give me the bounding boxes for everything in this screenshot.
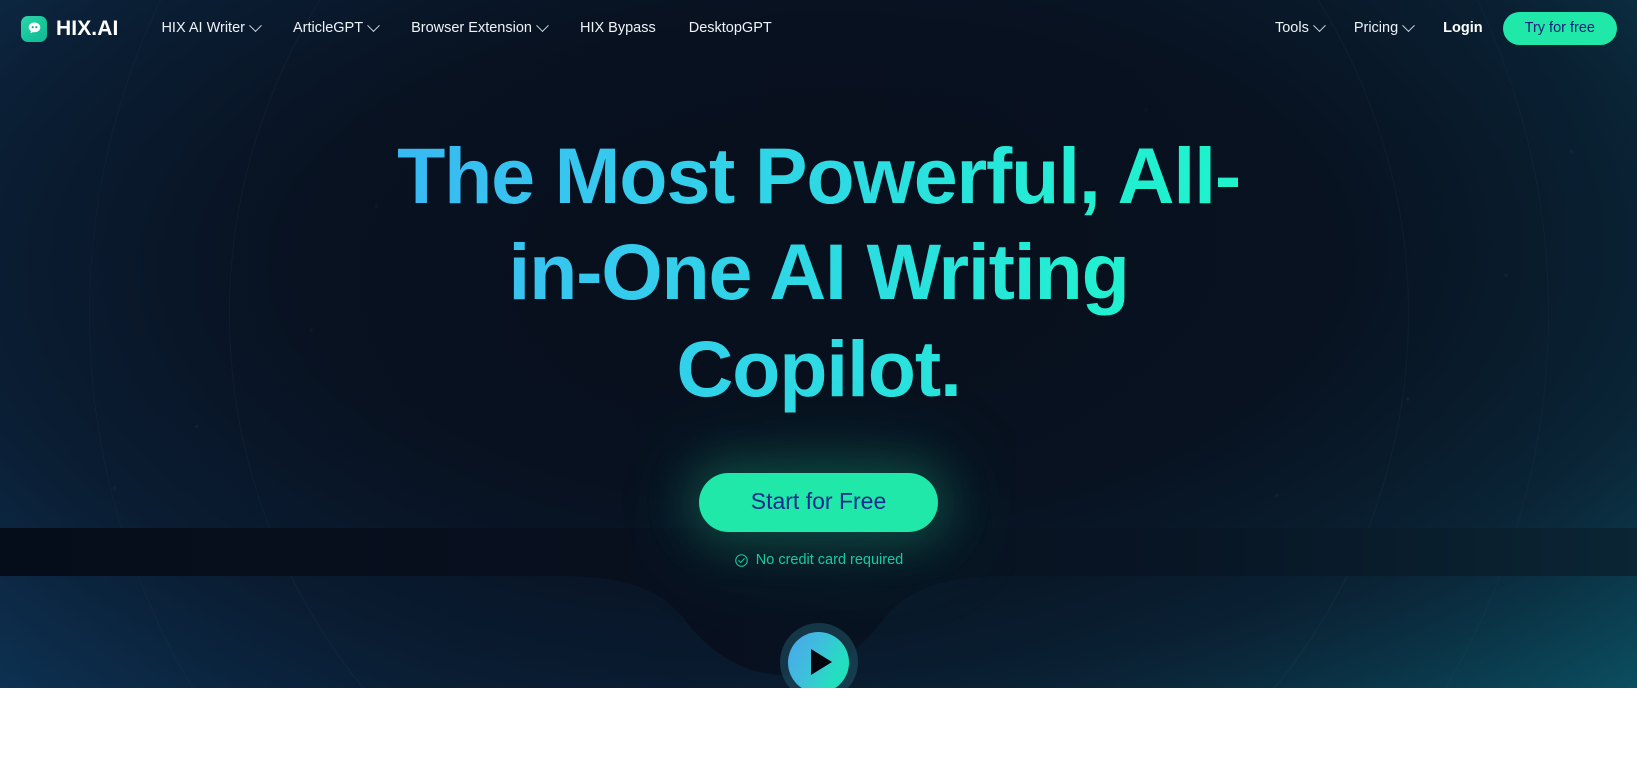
nav-item-hix-ai-writer[interactable]: HIX AI Writer (161, 19, 262, 37)
nav-item-label: ArticleGPT (292, 20, 364, 37)
no-credit-card-note: No credit card required (0, 553, 1637, 568)
nav-item-pricing[interactable]: Pricing (1353, 19, 1416, 37)
brand-logo[interactable]: HIX.AI (21, 15, 119, 42)
nav-item-label: Tools (1274, 20, 1309, 37)
nav-item-label: Pricing (1353, 20, 1399, 37)
nav-item-label: Browser Extension (411, 20, 532, 37)
chevron-down-icon (367, 19, 380, 33)
video-play-area (0, 623, 1637, 688)
play-button-disc (788, 631, 849, 688)
nav-item-desktopgpt[interactable]: DesktopGPT (689, 21, 772, 36)
no-credit-card-label: No credit card required (755, 552, 904, 569)
start-for-free-button[interactable]: Start for Free (698, 473, 939, 533)
brand-name: HIX.AI (56, 17, 119, 40)
hero-section: HIX.AI HIX AI Writer ArticleGPT Browser … (0, 0, 1637, 688)
nav-item-label: DesktopGPT (688, 20, 772, 37)
nav-item-browser-extension[interactable]: Browser Extension (411, 19, 549, 37)
nav-item-label: HIX AI Writer (161, 20, 245, 37)
nav-item-login[interactable]: Login (1443, 21, 1482, 36)
check-circle-icon (734, 553, 749, 568)
page-title: The Most Powerful, All-in-One AI Writing… (379, 128, 1259, 417)
nav-item-hix-bypass[interactable]: HIX Bypass (580, 21, 656, 36)
play-video-button[interactable] (779, 623, 858, 688)
chevron-down-icon (1402, 19, 1416, 33)
nav-item-label: HIX Bypass (579, 20, 656, 37)
top-navigation-bar: HIX.AI HIX AI Writer ArticleGPT Browser … (0, 0, 1637, 57)
page-root: HIX.AI HIX AI Writer ArticleGPT Browser … (0, 0, 1637, 780)
try-for-free-button[interactable]: Try for free (1502, 11, 1617, 46)
chevron-down-icon (249, 19, 262, 33)
hero-content: The Most Powerful, All-in-One AI Writing… (0, 57, 1637, 688)
chat-bubble-icon (21, 15, 47, 42)
nav-left-group: HIX.AI HIX AI Writer ArticleGPT Browser … (21, 15, 772, 42)
nav-item-tools[interactable]: Tools (1274, 19, 1326, 37)
chevron-down-icon (1312, 19, 1326, 33)
nav-item-articlegpt[interactable]: ArticleGPT (292, 19, 380, 37)
nav-right-group: Tools Pricing Login Try for free (1274, 11, 1617, 46)
nav-item-label: Login (1443, 20, 1483, 37)
chevron-down-icon (536, 19, 549, 33)
play-icon (810, 649, 832, 676)
